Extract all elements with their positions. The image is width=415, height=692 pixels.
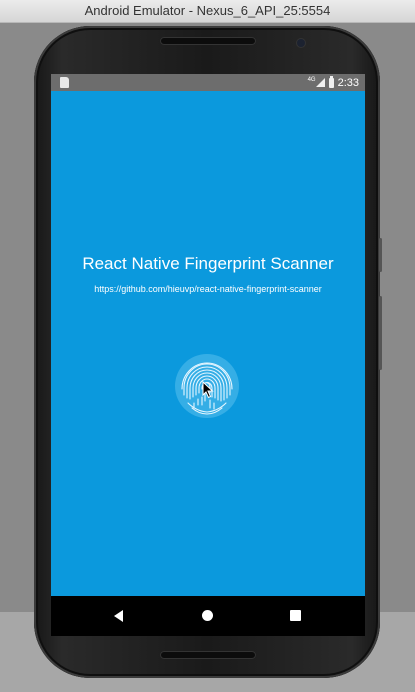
recents-icon	[290, 610, 301, 621]
app-content: React Native Fingerprint Scanner https:/…	[51, 91, 365, 596]
window-titlebar[interactable]: Android Emulator - Nexus_6_API_25:5554	[0, 0, 415, 23]
mouse-cursor-icon	[202, 381, 214, 399]
navigation-bar	[51, 596, 365, 636]
recents-button[interactable]	[286, 606, 306, 626]
signal-icon	[315, 78, 325, 87]
app-title: React Native Fingerprint Scanner	[82, 254, 334, 273]
network-type-label: 4G	[307, 76, 316, 83]
device-screen: 4G 2:33 React Native Fingerprint Scanner…	[51, 74, 365, 636]
repository-link[interactable]: https://github.com/hieuvp/react-native-f…	[51, 284, 365, 294]
status-icons: 4G 2:33	[307, 75, 359, 89]
window-title: Android Emulator - Nexus_6_API_25:5554	[84, 3, 331, 18]
bottom-speaker	[160, 651, 256, 659]
home-icon	[202, 610, 213, 621]
status-bar: 4G 2:33	[51, 74, 365, 91]
battery-icon	[328, 75, 334, 88]
back-icon	[114, 610, 123, 622]
power-button[interactable]	[379, 238, 382, 272]
top-speaker	[160, 37, 256, 45]
front-camera	[297, 39, 305, 47]
sd-card-icon	[60, 77, 69, 88]
emulator-window: Android Emulator - Nexus_6_API_25:5554 4…	[0, 0, 415, 692]
volume-button[interactable]	[379, 296, 382, 370]
back-button[interactable]	[109, 606, 129, 626]
status-clock: 2:33	[337, 76, 359, 89]
home-button[interactable]	[198, 606, 218, 626]
